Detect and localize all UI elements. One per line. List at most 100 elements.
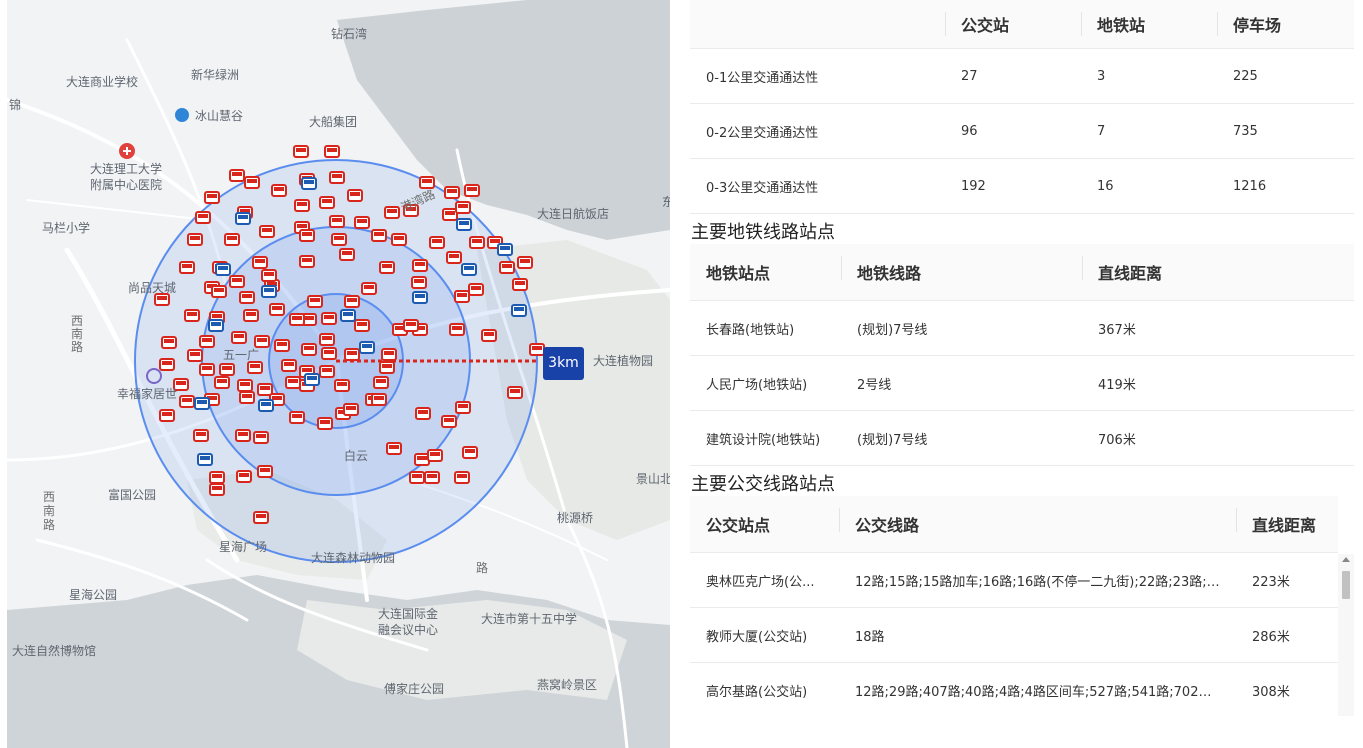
bus-stop-marker-icon[interactable] xyxy=(239,391,255,404)
metro-station-marker-icon[interactable] xyxy=(359,341,375,354)
bus-stop-marker-icon[interactable] xyxy=(409,471,425,484)
metro-station-marker-icon[interactable] xyxy=(340,309,356,322)
metro-station-marker-icon[interactable] xyxy=(197,453,213,466)
bus-stop-marker-icon[interactable] xyxy=(329,171,345,184)
metro-station-marker-icon[interactable] xyxy=(456,218,472,231)
bus-stop-marker-icon[interactable] xyxy=(235,429,251,442)
bus-stop-marker-icon[interactable] xyxy=(343,403,359,416)
bus-table-scroll-area[interactable]: 公交站点 公交线路 直线距离 奥林匹克广场(公... 12路;15路;15路加车… xyxy=(690,496,1354,716)
bus-stop-marker-icon[interactable] xyxy=(319,365,335,378)
bus-stop-marker-icon[interactable] xyxy=(414,453,430,466)
bus-stop-marker-icon[interactable] xyxy=(159,358,175,371)
bus-stop-marker-icon[interactable] xyxy=(293,145,309,158)
bus-stop-marker-icon[interactable] xyxy=(442,208,458,221)
scrollbar-thumb[interactable] xyxy=(1342,571,1350,599)
bus-stop-marker-icon[interactable] xyxy=(281,359,297,372)
metro-station-marker-icon[interactable] xyxy=(235,212,251,225)
bus-stop-marker-icon[interactable] xyxy=(381,348,397,361)
bus-stop-marker-icon[interactable] xyxy=(371,393,387,406)
bus-stop-marker-icon[interactable] xyxy=(285,376,301,389)
bus-stop-marker-icon[interactable] xyxy=(179,261,195,274)
metro-station-marker-icon[interactable] xyxy=(461,263,477,276)
bus-stop-marker-icon[interactable] xyxy=(454,471,470,484)
bus-stop-marker-icon[interactable] xyxy=(386,442,402,455)
bus-stop-marker-icon[interactable] xyxy=(209,471,225,484)
bus-stop-marker-icon[interactable] xyxy=(289,411,305,424)
metro-station-marker-icon[interactable] xyxy=(215,263,231,276)
bus-stop-marker-icon[interactable] xyxy=(214,376,230,389)
bus-stop-marker-icon[interactable] xyxy=(354,319,370,332)
metro-station-marker-icon[interactable] xyxy=(301,177,317,190)
bus-stop-marker-icon[interactable] xyxy=(204,191,220,204)
bus-stop-marker-icon[interactable] xyxy=(253,431,269,444)
metro-station-marker-icon[interactable] xyxy=(511,304,527,317)
bus-stop-marker-icon[interactable] xyxy=(329,215,345,228)
bus-stop-marker-icon[interactable] xyxy=(319,333,335,346)
bus-stop-marker-icon[interactable] xyxy=(454,290,470,303)
bus-stop-marker-icon[interactable] xyxy=(331,233,347,246)
bus-stop-marker-icon[interactable] xyxy=(239,291,255,304)
bus-stop-marker-icon[interactable] xyxy=(224,233,240,246)
bus-stop-marker-icon[interactable] xyxy=(321,312,337,325)
scrollbar[interactable] xyxy=(1338,554,1354,716)
bus-stop-marker-icon[interactable] xyxy=(444,186,460,199)
bus-stop-marker-icon[interactable] xyxy=(209,483,225,496)
bus-stop-marker-icon[interactable] xyxy=(211,285,227,298)
bus-stop-marker-icon[interactable] xyxy=(324,145,340,158)
bus-stop-marker-icon[interactable] xyxy=(344,295,360,308)
bus-stop-marker-icon[interactable] xyxy=(419,176,435,189)
bus-stop-marker-icon[interactable] xyxy=(252,256,268,269)
bus-stop-marker-icon[interactable] xyxy=(361,282,377,295)
bus-stop-marker-icon[interactable] xyxy=(269,303,285,316)
bus-stop-marker-icon[interactable] xyxy=(236,470,252,483)
bus-stop-marker-icon[interactable] xyxy=(231,331,247,344)
bus-stop-marker-icon[interactable] xyxy=(253,511,269,524)
metro-station-marker-icon[interactable] xyxy=(258,399,274,412)
bus-stop-marker-icon[interactable] xyxy=(229,275,245,288)
bus-stop-marker-icon[interactable] xyxy=(462,446,478,459)
bus-stop-marker-icon[interactable] xyxy=(247,361,263,374)
bus-stop-marker-icon[interactable] xyxy=(294,199,310,212)
bus-stop-marker-icon[interactable] xyxy=(344,348,360,361)
bus-stop-marker-icon[interactable] xyxy=(319,196,335,209)
bus-stop-marker-icon[interactable] xyxy=(274,339,290,352)
bus-stop-marker-icon[interactable] xyxy=(257,383,273,396)
bus-stop-marker-icon[interactable] xyxy=(379,261,395,274)
bus-stop-marker-icon[interactable] xyxy=(371,229,387,242)
bus-stop-marker-icon[interactable] xyxy=(271,184,287,197)
bus-stop-marker-icon[interactable] xyxy=(427,449,443,462)
bus-stop-marker-icon[interactable] xyxy=(415,407,431,420)
metro-station-marker-icon[interactable] xyxy=(261,285,277,298)
bus-stop-marker-icon[interactable] xyxy=(347,189,363,202)
bus-stop-marker-icon[interactable] xyxy=(412,259,428,272)
bus-stop-marker-icon[interactable] xyxy=(499,261,515,274)
bus-stop-marker-icon[interactable] xyxy=(379,361,395,374)
map[interactable]: 大连商业学校 新华绿洲 钻石湾 冰山慧谷 大船集团 锦 大连理工大学 附属中心医… xyxy=(7,0,670,748)
bus-stop-marker-icon[interactable] xyxy=(229,169,245,182)
bus-stop-marker-icon[interactable] xyxy=(446,251,462,264)
bus-stop-marker-icon[interactable] xyxy=(317,417,333,430)
bus-stop-marker-icon[interactable] xyxy=(187,349,203,362)
scroll-up-arrow-icon[interactable] xyxy=(1342,557,1350,562)
bus-stop-marker-icon[interactable] xyxy=(469,236,485,249)
bus-stop-marker-icon[interactable] xyxy=(184,309,200,322)
bus-stop-marker-icon[interactable] xyxy=(159,409,175,422)
bus-stop-marker-icon[interactable] xyxy=(455,201,471,214)
bus-stop-marker-icon[interactable] xyxy=(512,278,528,291)
bus-stop-marker-icon[interactable] xyxy=(219,363,235,376)
bus-stop-marker-icon[interactable] xyxy=(391,233,407,246)
bus-stop-marker-icon[interactable] xyxy=(464,184,480,197)
bus-stop-marker-icon[interactable] xyxy=(187,233,203,246)
bus-stop-marker-icon[interactable] xyxy=(299,229,315,242)
bus-stop-marker-icon[interactable] xyxy=(468,283,484,296)
bus-stop-marker-icon[interactable] xyxy=(403,319,419,332)
bus-stop-marker-icon[interactable] xyxy=(334,379,350,392)
metro-station-marker-icon[interactable] xyxy=(412,291,428,304)
bus-stop-marker-icon[interactable] xyxy=(299,255,315,268)
bus-stop-marker-icon[interactable] xyxy=(307,295,323,308)
bus-stop-marker-icon[interactable] xyxy=(199,335,215,348)
bus-stop-marker-icon[interactable] xyxy=(244,176,260,189)
bus-stop-marker-icon[interactable] xyxy=(411,276,427,289)
bus-stop-marker-icon[interactable] xyxy=(507,386,523,399)
bus-stop-marker-icon[interactable] xyxy=(455,401,471,414)
